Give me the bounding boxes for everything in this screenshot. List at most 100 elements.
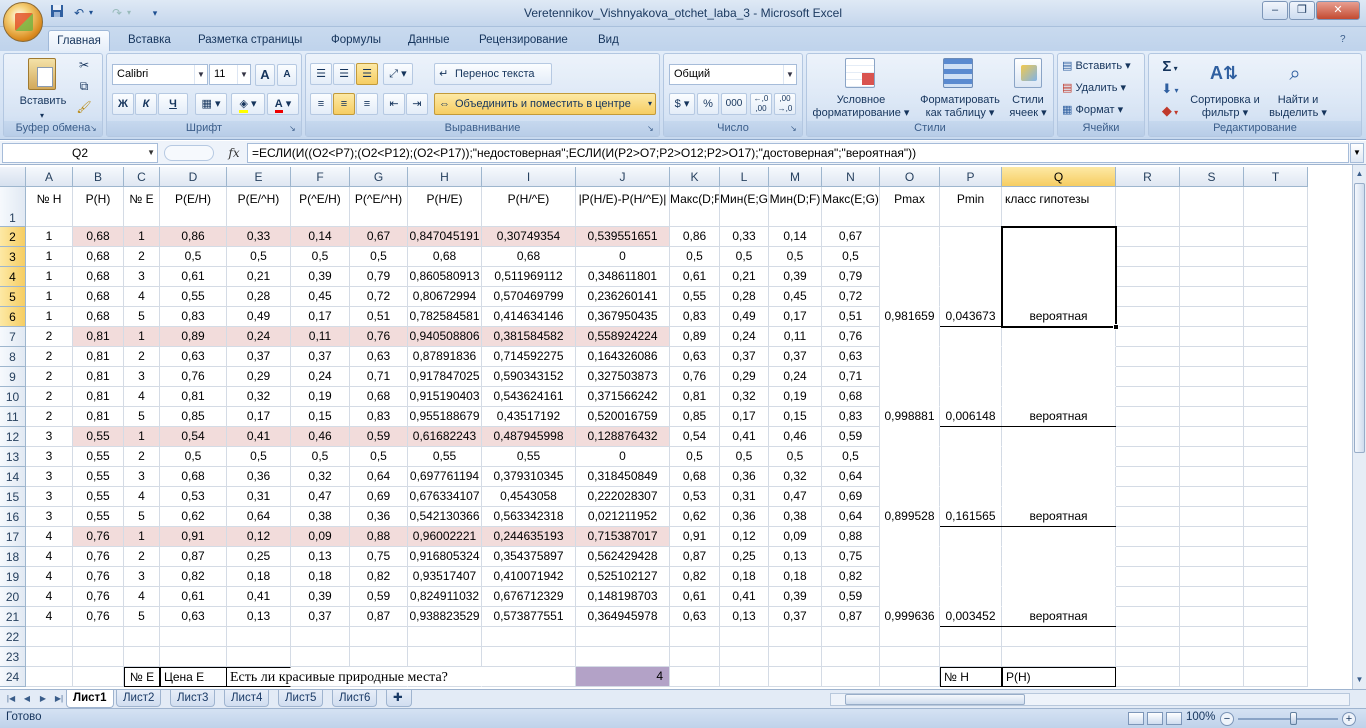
- table-cell[interactable]: 0,18: [720, 567, 769, 587]
- wrap-text-button[interactable]: ↵ Перенос текста: [434, 63, 552, 85]
- last-sheet-icon[interactable]: ▶|: [52, 692, 66, 706]
- table-cell[interactable]: [1180, 547, 1244, 567]
- table-cell[interactable]: 0,76: [160, 367, 227, 387]
- table-cell[interactable]: [1244, 467, 1308, 487]
- table-cell[interactable]: [1002, 647, 1116, 667]
- table-cell[interactable]: 0,79: [350, 267, 408, 287]
- table-cell[interactable]: 0,63: [670, 347, 720, 367]
- table-cell[interactable]: [1116, 407, 1180, 427]
- page-break-view-icon[interactable]: [1166, 712, 1182, 725]
- header-cell-p[interactable]: Pmin: [940, 187, 1002, 227]
- table-cell[interactable]: [1116, 487, 1180, 507]
- name-box[interactable]: Q2 ▼: [2, 143, 158, 163]
- table-cell[interactable]: 0,45: [769, 287, 822, 307]
- table-cell[interactable]: 0,55: [670, 287, 720, 307]
- table-cell[interactable]: 5: [124, 607, 160, 627]
- table-cell[interactable]: [1180, 467, 1244, 487]
- table-cell[interactable]: [1116, 667, 1180, 687]
- table-cell[interactable]: [1002, 267, 1116, 287]
- table-cell[interactable]: 0,33: [720, 227, 769, 247]
- table-cell[interactable]: 0,85: [670, 407, 720, 427]
- table-cell[interactable]: 0,71: [350, 367, 408, 387]
- table-cell[interactable]: 0,915190403: [408, 387, 482, 407]
- table-cell[interactable]: 0,38: [291, 507, 350, 527]
- table-cell[interactable]: [1002, 467, 1116, 487]
- column-header-n[interactable]: N: [822, 167, 880, 187]
- table-cell[interactable]: 0,46: [769, 427, 822, 447]
- table-cell[interactable]: [1116, 307, 1180, 327]
- customize-qat-icon[interactable]: ▾: [146, 4, 164, 22]
- table-cell[interactable]: 0,76: [73, 527, 124, 547]
- header-cell-n[interactable]: Макс(E;G): [822, 187, 880, 227]
- cut-icon[interactable]: ✂: [76, 59, 92, 72]
- table-cell[interactable]: [880, 287, 940, 307]
- table-cell[interactable]: 0,69: [822, 487, 880, 507]
- table-cell[interactable]: 0,410071942: [482, 567, 576, 587]
- table-cell[interactable]: [1116, 607, 1180, 627]
- table-cell[interactable]: 0,5: [227, 447, 291, 467]
- column-header-i[interactable]: I: [482, 167, 576, 187]
- sheet-tab-3[interactable]: Лист3: [170, 690, 216, 707]
- table-cell[interactable]: 0,76: [822, 327, 880, 347]
- table-cell[interactable]: [1116, 367, 1180, 387]
- table-cell[interactable]: 0,38: [769, 507, 822, 527]
- header-cell-i[interactable]: P(H/^E): [482, 187, 576, 227]
- table-cell[interactable]: 0,41: [227, 587, 291, 607]
- table-cell[interactable]: [1002, 287, 1116, 307]
- zoom-level[interactable]: 100%: [1186, 711, 1215, 723]
- table-cell[interactable]: 0,5: [769, 447, 822, 467]
- table-cell[interactable]: 0,379310345: [482, 467, 576, 487]
- expand-formula-bar-icon[interactable]: ▼: [1350, 143, 1364, 163]
- first-sheet-icon[interactable]: |◀: [4, 692, 18, 706]
- table-cell[interactable]: 4: [26, 567, 73, 587]
- table-cell[interactable]: 3: [124, 267, 160, 287]
- orientation-button[interactable]: ⤢ ▾: [383, 63, 413, 85]
- table-cell[interactable]: 0,24: [291, 367, 350, 387]
- help-icon[interactable]: ?: [1340, 30, 1346, 51]
- table-cell[interactable]: [1244, 267, 1308, 287]
- table-cell[interactable]: 3: [124, 367, 160, 387]
- table-cell[interactable]: 2: [26, 367, 73, 387]
- table-cell[interactable]: 0,916805324: [408, 547, 482, 567]
- column-header-t[interactable]: T: [1244, 167, 1308, 187]
- table-cell[interactable]: 2: [124, 447, 160, 467]
- table-cell[interactable]: [880, 327, 940, 347]
- table-cell[interactable]: 0,13: [769, 547, 822, 567]
- table-cell[interactable]: 0,715387017: [576, 527, 670, 547]
- row-header-6[interactable]: 6: [0, 307, 26, 327]
- table-cell[interactable]: [1180, 607, 1244, 627]
- table-cell[interactable]: 0,19: [291, 387, 350, 407]
- table-cell[interactable]: [1116, 427, 1180, 447]
- table-cell[interactable]: 0,29: [720, 367, 769, 387]
- table-cell[interactable]: [1244, 667, 1308, 687]
- table-cell[interactable]: 0,61: [670, 267, 720, 287]
- table-cell[interactable]: [822, 647, 880, 667]
- table-cell[interactable]: 0,17: [227, 407, 291, 427]
- table-cell[interactable]: 0,55: [73, 507, 124, 527]
- table-cell[interactable]: 0,54: [670, 427, 720, 447]
- font-launcher-icon[interactable]: ↘: [289, 124, 299, 134]
- table-cell[interactable]: [1116, 227, 1180, 247]
- table-cell[interactable]: 0,676334107: [408, 487, 482, 507]
- row-header-9[interactable]: 9: [0, 367, 26, 387]
- zoom-in-icon[interactable]: +: [1342, 712, 1356, 726]
- table-cell[interactable]: [160, 647, 227, 667]
- table-cell[interactable]: 0,18: [769, 567, 822, 587]
- table-cell[interactable]: 0,570469799: [482, 287, 576, 307]
- table-cell[interactable]: 2: [26, 347, 73, 367]
- row-header-15[interactable]: 15: [0, 487, 26, 507]
- table-cell[interactable]: 0,63: [160, 347, 227, 367]
- row-header-4[interactable]: 4: [0, 267, 26, 287]
- table-cell[interactable]: 0,354375897: [482, 547, 576, 567]
- align-middle-button[interactable]: ☰: [333, 63, 355, 85]
- table-cell[interactable]: 0,5: [822, 247, 880, 267]
- table-cell[interactable]: [1002, 487, 1116, 507]
- hypothesis-class-cell[interactable]: вероятная: [1002, 307, 1116, 327]
- column-header-q[interactable]: Q: [1002, 167, 1116, 187]
- table-cell[interactable]: [73, 647, 124, 667]
- table-cell[interactable]: 0,5: [160, 447, 227, 467]
- formula-splitter[interactable]: [164, 145, 214, 161]
- table-cell[interactable]: [1180, 527, 1244, 547]
- align-center-button[interactable]: ≡: [333, 93, 355, 115]
- next-sheet-icon[interactable]: ▶: [36, 692, 50, 706]
